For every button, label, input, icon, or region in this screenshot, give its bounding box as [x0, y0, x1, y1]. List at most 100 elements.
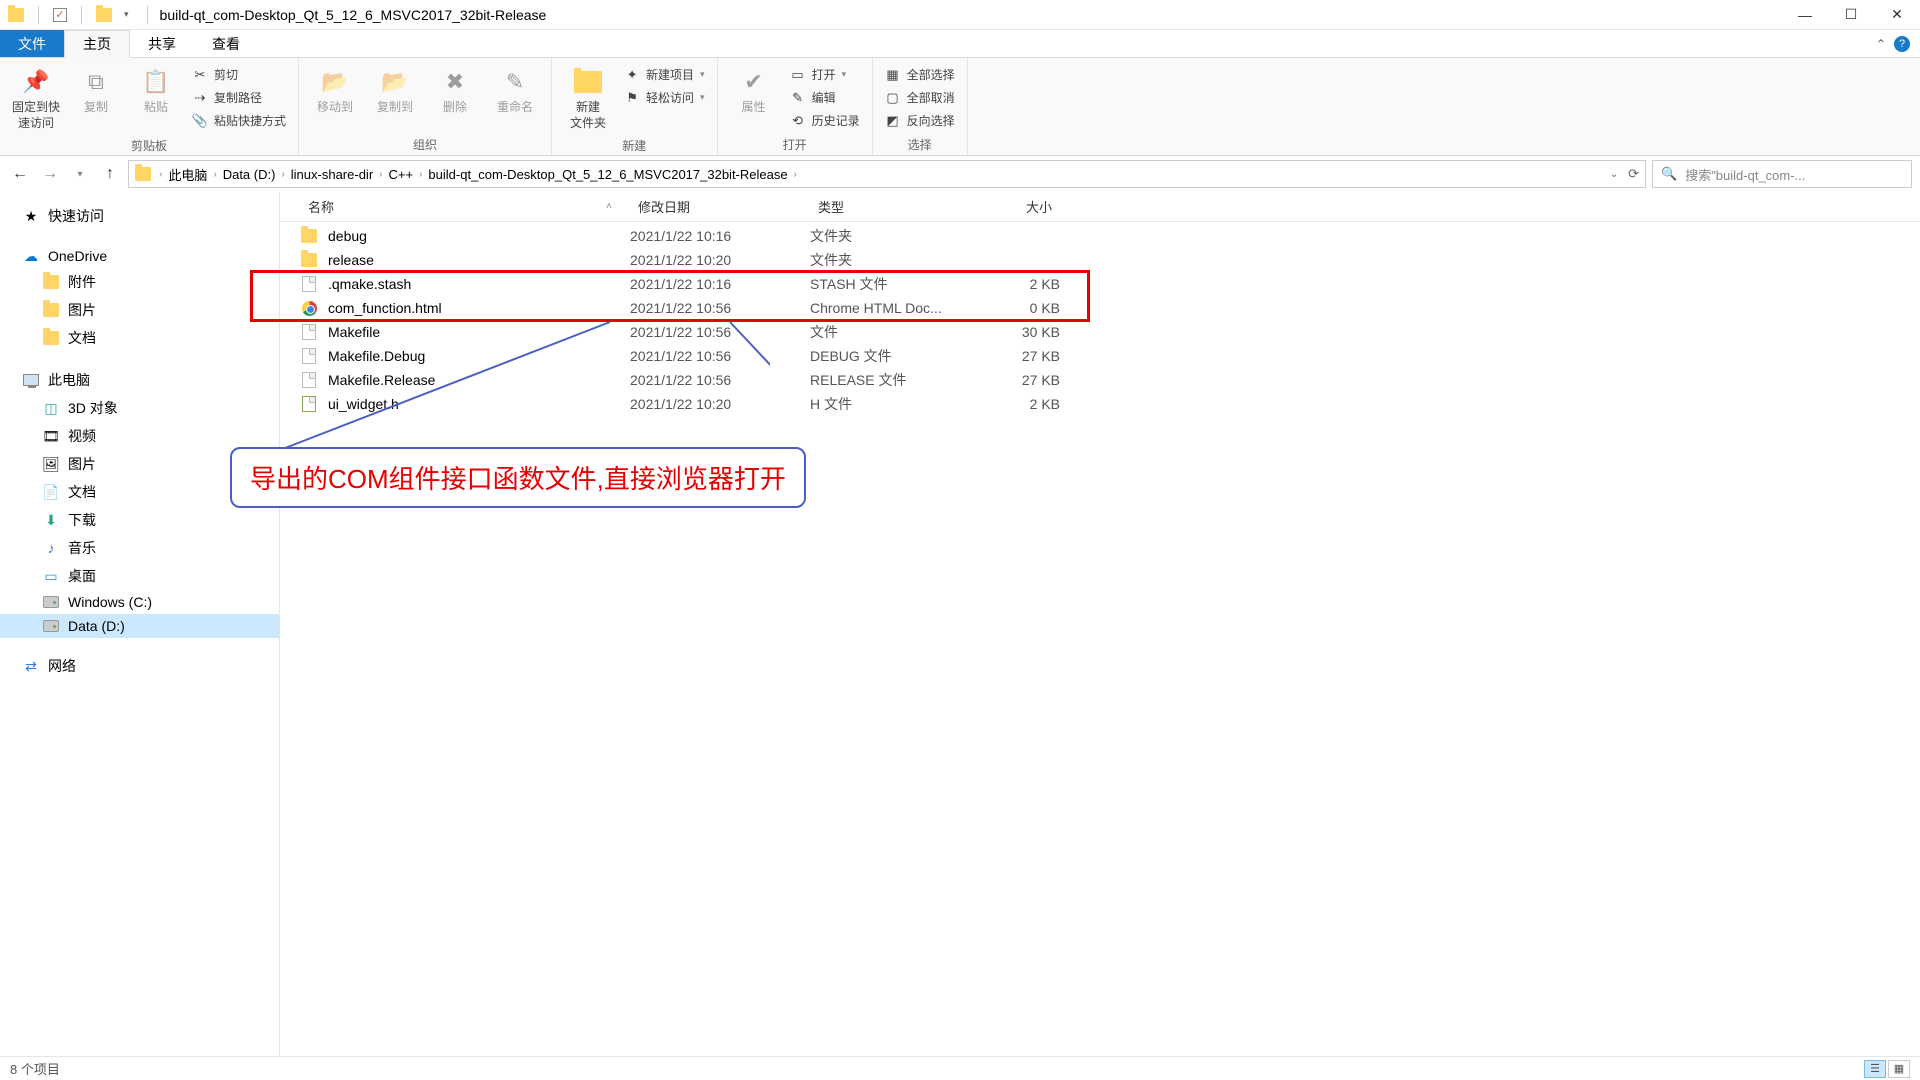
breadcrumb[interactable]: build-qt_com-Desktop_Qt_5_12_6_MSVC2017_… — [426, 167, 789, 182]
music-icon: ♪ — [42, 540, 60, 556]
view-details-button[interactable]: ☰ — [1864, 1060, 1886, 1078]
close-button[interactable]: ✕ — [1874, 0, 1920, 30]
sidebar-item[interactable]: ◫3D 对象 — [0, 394, 279, 422]
address-bar[interactable]: › 此电脑 › Data (D:) › linux-share-dir › C+… — [128, 160, 1646, 188]
file-date: 2021/1/22 10:56 — [630, 300, 810, 316]
file-icon — [302, 276, 316, 292]
sidebar-item[interactable]: 🎞视频 — [0, 422, 279, 450]
pictures-icon: 🖼 — [42, 456, 60, 472]
search-placeholder: 搜索"build-qt_com-... — [1685, 165, 1805, 184]
shortcut-icon: 📎 — [192, 113, 208, 129]
column-date[interactable]: 修改日期 — [630, 197, 810, 216]
minimize-button[interactable]: — — [1782, 0, 1828, 30]
breadcrumb[interactable]: Data (D:) — [221, 167, 278, 182]
group-label-select: 选择 — [881, 134, 959, 153]
qat-folder-icon[interactable] — [96, 8, 112, 22]
sidebar-item-onedrive[interactable]: ☁OneDrive — [0, 244, 279, 268]
edit-button[interactable]: ✎编辑 — [786, 87, 864, 108]
pin-button[interactable]: 📌固定到快 速访问 — [8, 62, 64, 135]
paste-button[interactable]: 📋粘贴 — [128, 62, 184, 120]
history-button[interactable]: ⟲历史记录 — [786, 110, 864, 131]
invert-button[interactable]: ◩反向选择 — [881, 110, 959, 131]
file-row[interactable]: Makefile2021/1/22 10:56文件30 KB — [280, 320, 1920, 344]
copyto-button[interactable]: 📂复制到 — [367, 62, 423, 120]
copypath-icon: ⇢ — [192, 90, 208, 106]
sidebar-item[interactable]: ▭桌面 — [0, 562, 279, 590]
tab-file[interactable]: 文件 — [0, 30, 64, 57]
sidebar-item[interactable]: 图片 — [0, 296, 279, 324]
file-row[interactable]: Makefile.Debug2021/1/22 10:56DEBUG 文件27 … — [280, 344, 1920, 368]
chevron-right-icon[interactable]: › — [417, 169, 424, 180]
qat-checkbox-icon[interactable]: ✓ — [53, 8, 67, 22]
sidebar-item[interactable]: 附件 — [0, 268, 279, 296]
file-type: 文件夹 — [810, 250, 970, 270]
maximize-button[interactable]: ☐ — [1828, 0, 1874, 30]
easyaccess-button[interactable]: ⚑轻松访问 ▾ — [620, 87, 709, 108]
file-pane: 名称˄ 修改日期 类型 大小 debug2021/1/22 10:16文件夹re… — [280, 192, 1920, 1056]
column-type[interactable]: 类型 — [810, 197, 970, 216]
up-button[interactable]: ↑ — [98, 162, 122, 186]
chevron-right-icon[interactable]: › — [279, 169, 286, 180]
breadcrumb[interactable]: 此电脑 — [166, 165, 209, 184]
ribbon-group-open: ✔属性 ▭打开 ▾ ✎编辑 ⟲历史记录 打开 — [718, 58, 873, 155]
copy-button[interactable]: ⧉复制 — [68, 62, 124, 120]
sidebar-item[interactable]: 文档 — [0, 324, 279, 352]
back-button[interactable]: ← — [8, 162, 32, 186]
selectnone-button[interactable]: ▢全部取消 — [881, 87, 959, 108]
open-icon: ▭ — [790, 67, 806, 83]
documents-icon: 📄 — [42, 484, 60, 500]
file-row[interactable]: release2021/1/22 10:20文件夹 — [280, 248, 1920, 272]
file-row[interactable]: ui_widget.h2021/1/22 10:20H 文件2 KB — [280, 392, 1920, 416]
chevron-right-icon[interactable]: › — [157, 169, 164, 180]
properties-icon: ✔ — [738, 66, 770, 98]
sidebar-item[interactable]: ⬇下载 — [0, 506, 279, 534]
address-dropdown-icon[interactable]: ⌄ — [1610, 169, 1618, 180]
breadcrumb[interactable]: linux-share-dir — [289, 167, 375, 182]
moveto-button[interactable]: 📂移动到 — [307, 62, 363, 120]
cut-icon: ✂ — [192, 67, 208, 83]
pasteshortcut-button[interactable]: 📎粘贴快捷方式 — [188, 110, 290, 131]
file-date: 2021/1/22 10:56 — [630, 324, 810, 340]
column-name[interactable]: 名称˄ — [300, 197, 630, 216]
refresh-icon[interactable]: ⟳ — [1628, 166, 1639, 182]
recent-dropdown[interactable]: ▾ — [68, 162, 92, 186]
newitem-button[interactable]: ✦新建项目 ▾ — [620, 64, 709, 85]
sidebar-item-network[interactable]: ⇄网络 — [0, 652, 279, 680]
search-input[interactable]: 🔍 搜索"build-qt_com-... — [1652, 160, 1912, 188]
file-icon — [302, 372, 316, 388]
sidebar-item[interactable]: Windows (C:) — [0, 590, 279, 614]
help-icon[interactable]: ? — [1894, 36, 1910, 52]
rename-button[interactable]: ✎重命名 — [487, 62, 543, 120]
chevron-right-icon[interactable]: › — [792, 169, 799, 180]
tab-view[interactable]: 查看 — [194, 30, 258, 57]
tab-share[interactable]: 共享 — [130, 30, 194, 57]
tab-home[interactable]: 主页 — [64, 30, 130, 58]
properties-button[interactable]: ✔属性 — [726, 62, 782, 120]
forward-button[interactable]: → — [38, 162, 62, 186]
qat-dropdown-icon[interactable]: ▾ — [120, 9, 133, 20]
newfolder-button[interactable]: 新建 文件夹 — [560, 62, 616, 135]
breadcrumb[interactable]: C++ — [387, 167, 416, 182]
chevron-right-icon[interactable]: › — [211, 169, 218, 180]
sidebar-item[interactable]: ♪音乐 — [0, 534, 279, 562]
status-bar: 8 个项目 ☰ ▦ — [0, 1056, 1920, 1080]
delete-button[interactable]: ✖删除 — [427, 62, 483, 120]
copypath-button[interactable]: ⇢复制路径 — [188, 87, 290, 108]
sidebar-item-quickaccess[interactable]: ★快速访问 — [0, 202, 279, 230]
file-row[interactable]: com_function.html2021/1/22 10:56Chrome H… — [280, 296, 1920, 320]
column-size[interactable]: 大小 — [970, 197, 1060, 216]
view-icons-button[interactable]: ▦ — [1888, 1060, 1910, 1078]
chevron-right-icon[interactable]: › — [377, 169, 384, 180]
open-button[interactable]: ▭打开 ▾ — [786, 64, 864, 85]
drive-icon — [42, 618, 60, 634]
file-row[interactable]: debug2021/1/22 10:16文件夹 — [280, 224, 1920, 248]
sidebar-item-selected[interactable]: Data (D:) — [0, 614, 279, 638]
file-type: STASH 文件 — [810, 274, 970, 294]
ribbon-collapse-icon[interactable]: ⌃ — [1876, 37, 1886, 51]
selectall-button[interactable]: ▦全部选择 — [881, 64, 959, 85]
file-row[interactable]: Makefile.Release2021/1/22 10:56RELEASE 文… — [280, 368, 1920, 392]
drive-icon — [42, 594, 60, 610]
sidebar-item-thispc[interactable]: 此电脑 — [0, 366, 279, 394]
file-row[interactable]: .qmake.stash2021/1/22 10:16STASH 文件2 KB — [280, 272, 1920, 296]
cut-button[interactable]: ✂剪切 — [188, 64, 290, 85]
